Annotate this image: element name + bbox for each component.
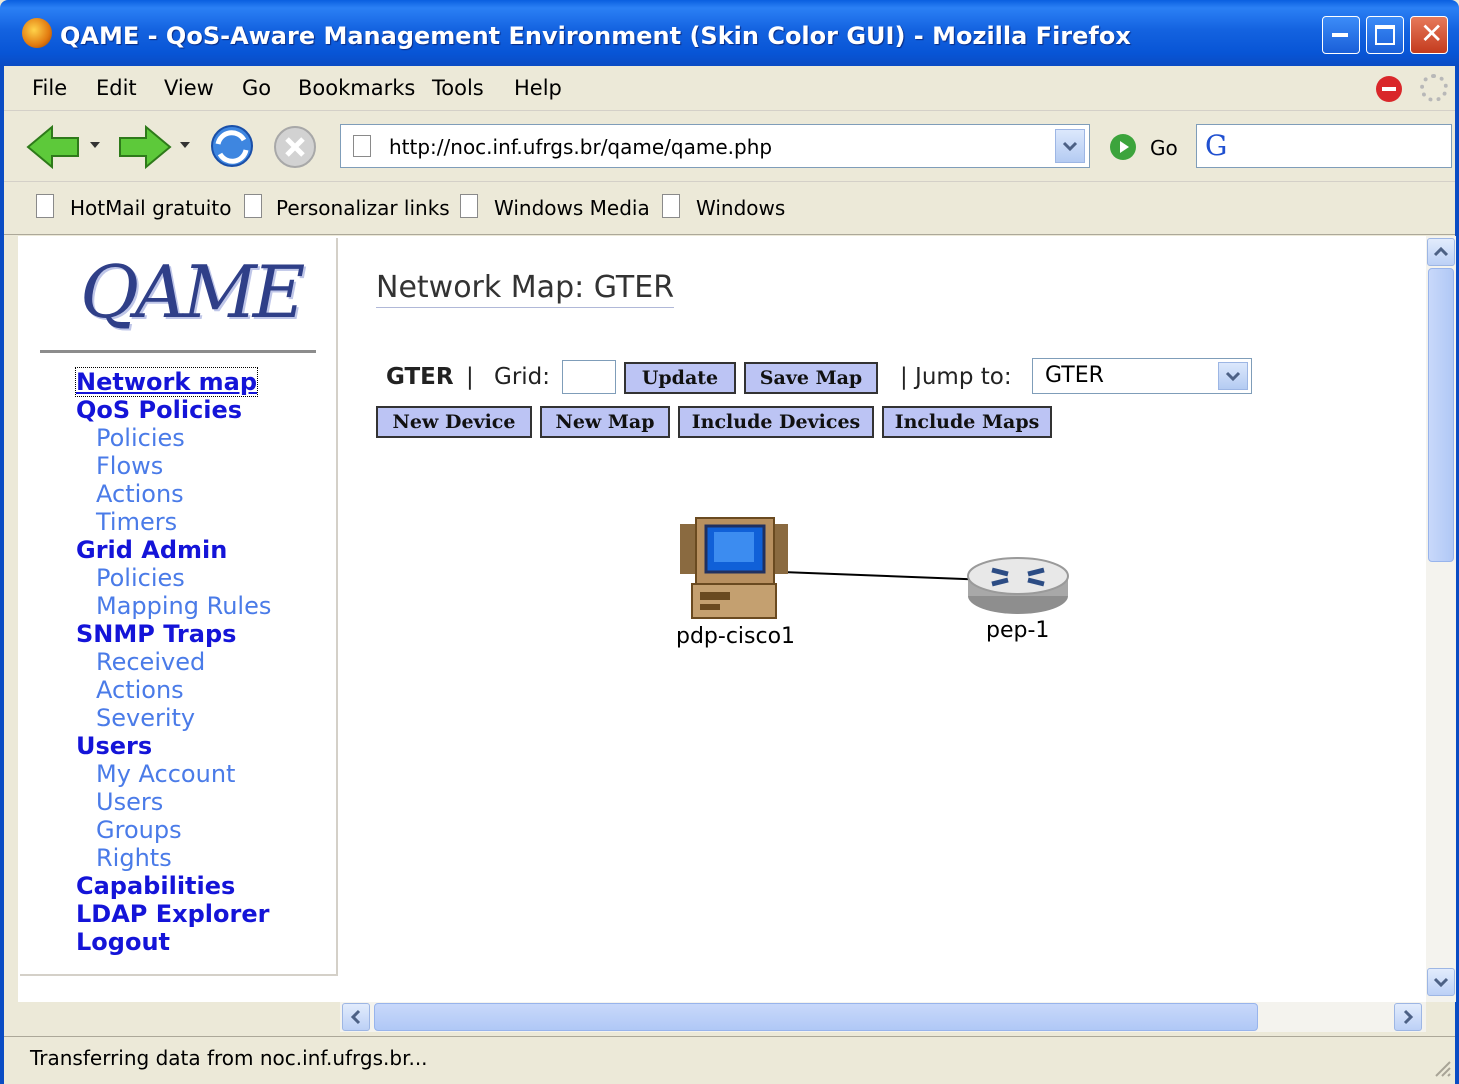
scroll-left-button[interactable] bbox=[342, 1003, 370, 1031]
go-icon[interactable] bbox=[1110, 134, 1136, 160]
nav-trap-actions[interactable]: Actions bbox=[96, 676, 184, 704]
menu-edit[interactable]: Edit bbox=[96, 76, 137, 100]
browser-window: QAME - QoS-Aware Management Environment … bbox=[0, 0, 1459, 1084]
include-maps-button[interactable]: Include Maps bbox=[882, 406, 1052, 438]
nav-severity[interactable]: Severity bbox=[96, 704, 195, 732]
bookmark-windows-media[interactable]: Windows Media bbox=[494, 196, 650, 220]
url-dropdown-button[interactable] bbox=[1055, 129, 1085, 163]
jump-to-label: | Jump to: bbox=[900, 364, 1012, 390]
back-dropdown-icon[interactable] bbox=[88, 140, 102, 150]
nav-grid-policies[interactable]: Policies bbox=[96, 564, 185, 592]
bookmark-page-icon bbox=[460, 194, 478, 218]
chevron-up-icon bbox=[1433, 246, 1449, 257]
link-line[interactable] bbox=[781, 571, 991, 581]
nav-grid-admin[interactable]: Grid Admin bbox=[76, 536, 227, 564]
nav-qos-actions[interactable]: Actions bbox=[96, 480, 184, 508]
horizontal-scroll-thumb[interactable] bbox=[374, 1003, 1258, 1031]
page-icon bbox=[353, 135, 371, 157]
forward-dropdown-icon[interactable] bbox=[178, 140, 192, 150]
chevron-left-icon bbox=[350, 1009, 361, 1025]
chevron-right-icon bbox=[1403, 1009, 1414, 1025]
chevron-down-icon bbox=[1433, 977, 1449, 988]
jump-dropdown-button[interactable] bbox=[1218, 362, 1248, 390]
qame-logo: QAME bbox=[80, 250, 305, 334]
vertical-scroll-thumb[interactable] bbox=[1428, 268, 1454, 562]
stop-icon[interactable] bbox=[272, 124, 318, 170]
bookmark-page-icon bbox=[244, 194, 262, 218]
bookmark-hotmail[interactable]: HotMail gratuito bbox=[70, 196, 231, 220]
menu-file[interactable]: File bbox=[32, 76, 67, 100]
stop-loading-icon[interactable] bbox=[1376, 76, 1402, 102]
status-text: Transferring data from noc.inf.ufrgs.br.… bbox=[30, 1046, 428, 1070]
firefox-icon bbox=[22, 18, 52, 48]
nav-qos-policies-policies[interactable]: Policies bbox=[96, 424, 185, 452]
nav-flows[interactable]: Flows bbox=[96, 452, 163, 480]
menu-tools[interactable]: Tools bbox=[432, 76, 484, 100]
url-bar[interactable]: http://noc.inf.ufrgs.br/qame/qame.php bbox=[340, 124, 1090, 168]
scroll-up-button[interactable] bbox=[1427, 238, 1455, 266]
map-name-label: GTER bbox=[386, 364, 454, 390]
search-box[interactable]: G bbox=[1196, 124, 1452, 168]
back-arrow-icon[interactable] bbox=[26, 124, 82, 170]
device-label-pdp-cisco1[interactable]: pdp-cisco1 bbox=[676, 624, 795, 649]
nav-groups[interactable]: Groups bbox=[96, 816, 182, 844]
router-icon[interactable] bbox=[967, 557, 1069, 614]
nav-ldap-explorer[interactable]: LDAP Explorer bbox=[76, 900, 269, 928]
device-label-pep-1[interactable]: pep-1 bbox=[986, 618, 1049, 643]
nav-my-account[interactable]: My Account bbox=[96, 760, 235, 788]
chevron-down-icon bbox=[1225, 371, 1241, 382]
maximize-button[interactable] bbox=[1366, 16, 1404, 54]
go-button[interactable]: Go bbox=[1150, 136, 1178, 160]
google-icon: G bbox=[1205, 129, 1228, 162]
nav-snmp-traps[interactable]: SNMP Traps bbox=[76, 620, 236, 648]
grid-label: Grid: bbox=[494, 364, 551, 390]
jump-to-value: GTER bbox=[1045, 363, 1104, 388]
bookmark-personalizar[interactable]: Personalizar links bbox=[276, 196, 450, 220]
minimize-button[interactable] bbox=[1322, 16, 1360, 54]
resize-grip-icon[interactable] bbox=[1432, 1058, 1452, 1078]
save-map-button[interactable]: Save Map bbox=[744, 362, 878, 394]
grid-input[interactable] bbox=[562, 360, 616, 394]
bookmark-page-icon bbox=[662, 194, 680, 218]
menu-bookmarks[interactable]: Bookmarks bbox=[298, 76, 415, 100]
title-bar[interactable]: QAME - QoS-Aware Management Environment … bbox=[0, 0, 1459, 66]
menu-bar bbox=[4, 66, 1455, 111]
bookmark-page-icon bbox=[36, 194, 54, 218]
window-title: QAME - QoS-Aware Management Environment … bbox=[60, 22, 1131, 50]
logo-divider bbox=[40, 350, 316, 353]
nav-logout[interactable]: Logout bbox=[76, 928, 170, 956]
bookmark-windows[interactable]: Windows bbox=[696, 196, 785, 220]
computer-icon[interactable] bbox=[680, 517, 788, 619]
forward-arrow-icon[interactable] bbox=[116, 124, 172, 170]
new-map-button[interactable]: New Map bbox=[540, 406, 670, 438]
jump-to-select[interactable]: GTER bbox=[1032, 358, 1252, 394]
separator-label: | bbox=[466, 364, 474, 390]
nav-timers[interactable]: Timers bbox=[96, 508, 177, 536]
scroll-right-button[interactable] bbox=[1394, 1003, 1422, 1031]
new-device-button[interactable]: New Device bbox=[376, 406, 532, 438]
close-icon: ✕ bbox=[1420, 17, 1444, 50]
menu-help[interactable]: Help bbox=[514, 76, 562, 100]
chevron-down-icon bbox=[1062, 141, 1078, 152]
include-devices-button[interactable]: Include Devices bbox=[678, 406, 874, 438]
throbber-icon bbox=[1420, 74, 1448, 102]
url-text: http://noc.inf.ufrgs.br/qame/qame.php bbox=[389, 135, 773, 159]
menu-view[interactable]: View bbox=[164, 76, 214, 100]
scroll-down-button[interactable] bbox=[1427, 968, 1455, 996]
nav-mapping-rules[interactable]: Mapping Rules bbox=[96, 592, 271, 620]
page-title: Network Map: GTER bbox=[376, 270, 675, 308]
nav-received[interactable]: Received bbox=[96, 648, 205, 676]
nav-users[interactable]: Users bbox=[96, 788, 163, 816]
nav-capabilities[interactable]: Capabilities bbox=[76, 872, 235, 900]
reload-icon[interactable] bbox=[204, 120, 260, 172]
update-button[interactable]: Update bbox=[624, 362, 736, 394]
nav-network-map[interactable]: Network map bbox=[74, 367, 259, 397]
menu-go[interactable]: Go bbox=[242, 76, 271, 100]
nav-qos-policies[interactable]: QoS Policies bbox=[76, 396, 242, 424]
close-button[interactable]: ✕ bbox=[1410, 16, 1448, 54]
nav-rights[interactable]: Rights bbox=[96, 844, 172, 872]
nav-users-header[interactable]: Users bbox=[76, 732, 152, 760]
